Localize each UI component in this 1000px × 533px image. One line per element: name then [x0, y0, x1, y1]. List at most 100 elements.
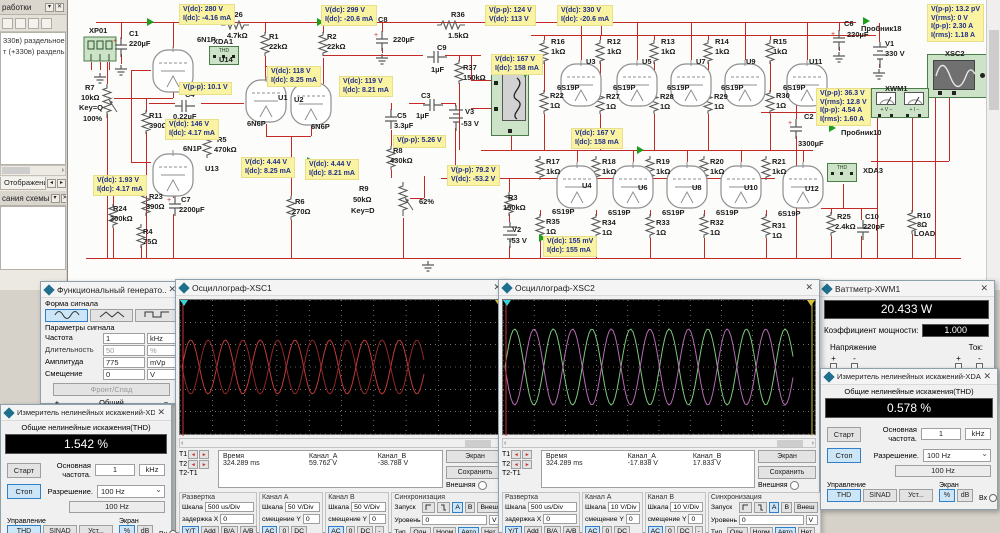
- save-button[interactable]: Сохранить: [758, 466, 816, 479]
- freq-field[interactable]: 1: [921, 428, 961, 440]
- amplitude-input[interactable]: 775: [103, 357, 145, 368]
- design-tree-item[interactable]: 330в) раздельное сх: [3, 35, 65, 46]
- trigger-type-0-button[interactable]: Одн.: [410, 527, 431, 533]
- freq-unit[interactable]: kHz: [147, 333, 177, 344]
- control-sinad-button[interactable]: SINAD: [43, 525, 77, 533]
- xsc1-titlebar[interactable]: Осциллограф-XSC1 ✕: [176, 280, 507, 296]
- sweep-mode-add-button[interactable]: Add: [201, 526, 219, 533]
- panel-close-icon[interactable]: ✕: [55, 3, 64, 12]
- screen-db-button[interactable]: dB: [137, 525, 153, 533]
- offset-unit[interactable]: V: [147, 369, 177, 380]
- trigger-a-button[interactable]: A: [769, 502, 780, 513]
- level-field[interactable]: 0: [739, 515, 804, 525]
- close-icon[interactable]: ✕: [155, 407, 167, 418]
- open-file-icon[interactable]: [15, 18, 26, 29]
- control-settings-button[interactable]: Уст...: [79, 525, 113, 533]
- scope-hscrollbar[interactable]: ‹›: [179, 438, 504, 448]
- coupling-0-button[interactable]: 0: [279, 526, 289, 533]
- funcgen-titlebar[interactable]: Функциональный генерато... ✕: [41, 282, 182, 298]
- timebase-scale-field[interactable]: 500 us/Div: [528, 502, 577, 512]
- trigger-type-2-button[interactable]: Авто: [775, 527, 796, 533]
- external-radio[interactable]: [478, 481, 487, 490]
- cursor-right-button[interactable]: ►: [199, 450, 209, 459]
- cursor-left-button[interactable]: ◄: [511, 460, 521, 469]
- screen-percent-button[interactable]: %: [119, 525, 135, 533]
- close-icon[interactable]: ✕: [978, 283, 990, 294]
- screen-db-button[interactable]: dB: [957, 489, 973, 502]
- panel-pin-icon[interactable]: ▾: [45, 3, 54, 12]
- coupling-ac-button[interactable]: AC: [648, 526, 663, 533]
- coupling-0-button[interactable]: 0: [665, 526, 675, 533]
- falling-edge-icon[interactable]: [754, 502, 767, 513]
- resolution-combobox[interactable]: 100 Hz⌄: [923, 449, 991, 462]
- xdelay-field[interactable]: 0: [220, 514, 254, 524]
- cursor-left-button[interactable]: ◄: [511, 450, 521, 459]
- trigger-ext-button[interactable]: Внеш: [794, 502, 818, 513]
- xda1-titlebar[interactable]: Измеритель нелинейных искажений-XDA1 ✕: [1, 405, 171, 421]
- square-wave-button[interactable]: [135, 309, 178, 322]
- cursor-right-button[interactable]: ►: [199, 460, 209, 469]
- design-tree-item[interactable]: т (+330в) раздельно: [3, 46, 65, 57]
- xdelay-field[interactable]: 0: [543, 514, 577, 524]
- minus-button[interactable]: -: [695, 526, 703, 533]
- coupling-ac-button[interactable]: AC: [585, 526, 600, 533]
- tab-next-icon[interactable]: ▸: [57, 179, 66, 188]
- stop-button[interactable]: Стоп: [7, 484, 41, 499]
- cursor-left-button[interactable]: ◄: [188, 450, 198, 459]
- channel-scale-field[interactable]: 50 V/Div: [351, 502, 386, 512]
- triangle-wave-button[interactable]: [90, 309, 133, 322]
- sweep-mode-b-a-button[interactable]: B/A: [544, 526, 561, 533]
- cursor-right-button[interactable]: ►: [522, 460, 532, 469]
- trigger-b-button[interactable]: B: [781, 502, 792, 513]
- tab-prev-icon[interactable]: ◂: [47, 179, 56, 188]
- new-file-icon[interactable]: [2, 18, 13, 29]
- wattmeter-titlebar[interactable]: Ваттметр-XWM1 ✕: [819, 281, 994, 297]
- freq-field[interactable]: 1: [95, 464, 135, 476]
- save-button[interactable]: Сохранить: [446, 466, 504, 479]
- coupling-dc-button[interactable]: DC: [677, 526, 693, 533]
- resolution-combobox[interactable]: 100 Hz⌄: [97, 485, 165, 498]
- trigger-type-1-button[interactable]: Норм: [750, 527, 773, 533]
- amplitude-unit[interactable]: mVp: [147, 357, 177, 368]
- yoff-field[interactable]: 0: [626, 514, 640, 524]
- sweep-mode-a-b-button[interactable]: A/B: [240, 526, 257, 533]
- schematic-canvas[interactable]: +++++THDTHD+ V −+ I −XP01C1220µF6N1PU14R…: [67, 0, 986, 290]
- freq-input[interactable]: 1: [103, 333, 145, 344]
- close-icon[interactable]: ✕: [803, 282, 815, 293]
- input-terminal[interactable]: [989, 494, 997, 502]
- sine-wave-button[interactable]: [45, 309, 88, 322]
- trigger-b-button[interactable]: B: [465, 502, 476, 513]
- trigger-type-0-button[interactable]: Одн.: [727, 527, 748, 533]
- close-file-icon[interactable]: [41, 18, 52, 29]
- reverse-button[interactable]: Экран: [758, 450, 816, 463]
- screen-percent-button[interactable]: %: [939, 489, 955, 502]
- trigger-type-2-button[interactable]: Авто: [458, 527, 479, 533]
- yoff-field[interactable]: 0: [369, 514, 386, 524]
- offset-input[interactable]: 0: [103, 369, 145, 380]
- coupling-ac-button[interactable]: AC: [262, 526, 277, 533]
- start-button[interactable]: Старт: [7, 463, 41, 478]
- coupling-ac-button[interactable]: AC: [328, 526, 343, 533]
- level-field[interactable]: 0: [422, 515, 487, 525]
- scope-hscrollbar[interactable]: ‹›: [502, 438, 816, 448]
- coupling-dc-button[interactable]: DC: [291, 526, 307, 533]
- xsc2-titlebar[interactable]: Осциллограф-XSC2 ✕: [499, 280, 819, 296]
- coupling-0-button[interactable]: 0: [346, 526, 356, 533]
- stop-button[interactable]: Стоп: [827, 448, 861, 463]
- control-thd-button[interactable]: THD: [7, 525, 41, 533]
- timebase-scale-field[interactable]: 500 us/Div: [205, 502, 254, 512]
- cursor-right-button[interactable]: ►: [522, 450, 532, 459]
- rising-edge-icon[interactable]: [422, 502, 435, 513]
- channel-scale-field[interactable]: 10 V/Div: [608, 502, 640, 512]
- trigger-type-3-button[interactable]: Нет: [481, 527, 499, 533]
- canvas-vscrollbar[interactable]: [986, 0, 1000, 290]
- panel2-pin-icon[interactable]: ▾: [51, 194, 60, 203]
- sweep-mode-y-t-button[interactable]: Y/T: [182, 526, 199, 533]
- sweep-mode-b-a-button[interactable]: B/A: [221, 526, 238, 533]
- panel2-close-icon[interactable]: ✕: [61, 194, 67, 203]
- channel-scale-field[interactable]: 10 V/Div: [670, 502, 702, 512]
- cursor-left-button[interactable]: ◄: [188, 460, 198, 469]
- save-file-icon[interactable]: [28, 18, 39, 29]
- close-icon[interactable]: ✕: [981, 371, 993, 382]
- minus-button[interactable]: -: [375, 526, 383, 533]
